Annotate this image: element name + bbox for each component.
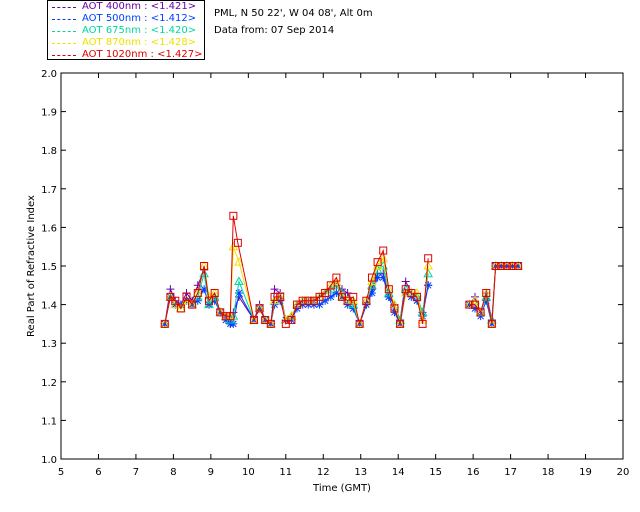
x-tick-label: 12 (317, 467, 330, 478)
x-tick-label: 19 (579, 467, 592, 478)
x-tick-label: 20 (617, 467, 630, 478)
x-tick-label: 18 (542, 467, 555, 478)
plot-frame (60, 72, 624, 460)
x-tick-label: 16 (467, 467, 480, 478)
y-tick-label: 1.6 (41, 223, 57, 234)
y-tick-label: 1.3 (41, 339, 57, 350)
x-tick-label: 10 (242, 467, 255, 478)
x-tick-label: 14 (392, 467, 405, 478)
y-axis-label: Real Part of Refractive Index (26, 195, 37, 337)
refractive-index-chart: 5 6 7 8 9 10 11 12 13 14 15 16 17 18 19 20 1.0 1.1 1.2 1.3 1… (26, 69, 630, 494)
y-tick-label: 1.7 (41, 185, 57, 196)
x-tick-label: 8 (170, 467, 176, 478)
x-tick-label: 5 (58, 467, 64, 478)
data-point (270, 285, 279, 294)
y-tick-label: 1.0 (41, 455, 57, 466)
x-tick-label: 13 (354, 467, 367, 478)
y-tick-label: 1.9 (41, 108, 57, 119)
x-tick-label: 9 (208, 467, 214, 478)
x-tick-label: 7 (133, 467, 139, 478)
x-tick-label: 17 (504, 467, 517, 478)
y-tick-label: 1.1 (41, 416, 57, 427)
x-tick-label: 15 (429, 467, 442, 478)
y-tick-label: 1.8 (41, 146, 57, 157)
x-tick-label: 6 (95, 467, 101, 478)
y-tick-label: 1.5 (41, 262, 57, 273)
x-axis-label: Time (GMT) (312, 483, 371, 494)
x-tick-label: 11 (279, 467, 292, 478)
y-tick-label: 1.2 (41, 378, 57, 389)
y-tick-label: 2.0 (41, 69, 57, 80)
y-tick-label: 1.4 (41, 301, 57, 312)
